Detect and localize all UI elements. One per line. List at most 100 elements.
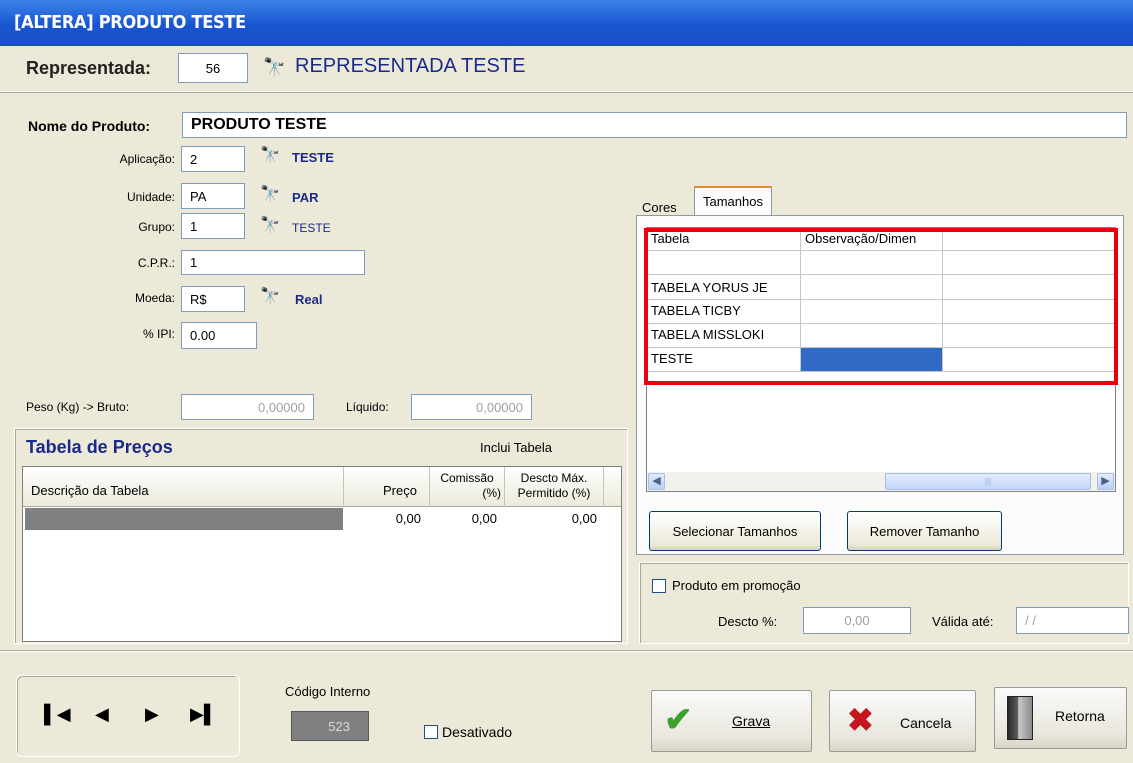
- representada-label: Representada:: [26, 58, 152, 78]
- tamanho-obs-cell[interactable]: [801, 251, 943, 275]
- tamanho-tabela-cell[interactable]: TABELA MISSLOKI: [647, 324, 801, 348]
- tabela-precos-title: Tabela de Preços: [26, 437, 173, 457]
- comissao-header-line1: Comissão: [440, 471, 494, 485]
- cancela-button[interactable]: ✖ Cancela: [829, 690, 976, 752]
- codigo-interno-label: Código Interno: [285, 684, 371, 699]
- col-descto-header[interactable]: Descto Máx. Permitido (%): [506, 471, 602, 501]
- aplicacao-search-icon[interactable]: 🔭: [260, 148, 280, 164]
- promocao-checkbox-box[interactable]: [652, 578, 666, 593]
- grava-button[interactable]: ✔ Grava: [651, 690, 812, 752]
- tamanho-obs-cell[interactable]: [801, 300, 943, 324]
- cancela-label: Cancela: [900, 715, 952, 731]
- descto-input[interactable]: 0,00: [803, 607, 911, 634]
- descricao-cell[interactable]: [25, 508, 343, 530]
- tamanho-obs-cell[interactable]: [801, 324, 943, 348]
- col-descricao-header[interactable]: Descrição da Tabela: [31, 483, 149, 498]
- tamanho-extra-cell[interactable]: [943, 275, 1115, 300]
- col-comissao-header[interactable]: Comissão (%): [431, 471, 503, 501]
- tamanho-tabela-cell[interactable]: TESTE: [647, 348, 801, 372]
- grupo-search-icon[interactable]: 🔭: [260, 218, 280, 234]
- retorna-label: Retorna: [1055, 708, 1105, 724]
- valida-input[interactable]: / /: [1016, 607, 1129, 634]
- inclui-tabela-label[interactable]: Inclui Tabela: [480, 440, 552, 455]
- tamanho-tabela-cell[interactable]: TABELA TICBY: [647, 300, 801, 324]
- comissao-cell[interactable]: 0,00: [433, 511, 497, 526]
- door-exit-icon: [1007, 696, 1033, 740]
- peso-liquido-label: Líquido:: [346, 400, 389, 414]
- tab-tamanhos[interactable]: Tamanhos: [694, 186, 772, 216]
- peso-liquido-input[interactable]: 0,00000: [411, 394, 532, 420]
- unidade-label: Unidade:: [126, 190, 175, 204]
- checkmark-icon: ✔: [664, 701, 693, 739]
- close-x-icon: ✖: [847, 702, 874, 738]
- descto-cell[interactable]: 0,00: [507, 511, 597, 526]
- tamanhos-hscrollbar[interactable]: ◀ ||| ▶: [647, 472, 1115, 491]
- promocao-checkbox[interactable]: Produto em promoção: [652, 578, 801, 593]
- retorna-button[interactable]: Retorna: [994, 687, 1127, 749]
- representada-code-input[interactable]: 56: [178, 53, 248, 83]
- col-extra-header[interactable]: [943, 228, 1115, 251]
- tamanho-tabela-cell[interactable]: [647, 251, 801, 275]
- nome-produto-input[interactable]: PRODUTO TESTE: [182, 112, 1127, 138]
- tamanho-extra-cell[interactable]: [943, 324, 1115, 348]
- grava-label: Grava: [732, 713, 771, 729]
- preco-cell[interactable]: 0,00: [345, 511, 421, 526]
- aplicacao-input[interactable]: 2: [181, 146, 245, 172]
- remover-tamanho-button[interactable]: Remover Tamanho: [847, 511, 1002, 551]
- descto-header-line2: Permitido (%): [517, 486, 591, 500]
- moeda-input[interactable]: R$: [181, 286, 245, 312]
- grupo-input[interactable]: 1: [181, 213, 245, 239]
- unidade-input[interactable]: PA: [181, 183, 245, 209]
- tamanho-extra-cell[interactable]: [943, 300, 1115, 324]
- desativado-checkbox[interactable]: Desativado: [424, 724, 512, 740]
- moeda-search-icon[interactable]: 🔭: [260, 289, 280, 305]
- scroll-thumb[interactable]: |||: [885, 473, 1091, 490]
- col-tabela-header[interactable]: Tabela: [647, 228, 801, 251]
- unidade-desc: PAR: [292, 190, 319, 205]
- nome-produto-label: Nome do Produto:: [28, 118, 151, 134]
- desativado-checkbox-label: Desativado: [442, 724, 513, 740]
- tamanho-extra-cell[interactable]: [943, 348, 1115, 372]
- unidade-search-icon[interactable]: 🔭: [260, 187, 280, 203]
- ipi-label: % IPI:: [142, 327, 175, 341]
- grupo-desc: TESTE: [292, 221, 331, 235]
- peso-bruto-input[interactable]: 0,00000: [181, 394, 314, 420]
- moeda-label: Moeda:: [134, 291, 175, 305]
- comissao-header-line2: (%): [482, 486, 501, 500]
- valida-label: Válida até:: [932, 614, 994, 629]
- moeda-desc: Real: [295, 292, 323, 307]
- first-record-icon[interactable]: ▌◀: [44, 704, 71, 725]
- col-observacao-header[interactable]: Observação/Dimen: [801, 228, 943, 251]
- col-preco-header[interactable]: Preço: [383, 483, 417, 498]
- descto-label: Descto %:: [718, 614, 778, 629]
- aplicacao-label: Aplicação:: [119, 152, 175, 166]
- tamanho-extra-cell[interactable]: [943, 251, 1115, 275]
- tamanhos-grid[interactable]: Tabela Observação/Dimen TABELA YORUS JE …: [646, 227, 1116, 492]
- promocao-checkbox-label: Produto em promoção: [672, 578, 801, 593]
- cpr-input[interactable]: 1: [181, 250, 365, 275]
- peso-bruto-label: Peso (Kg) -> Bruto:: [26, 400, 130, 414]
- descto-header-line1: Descto Máx.: [520, 471, 588, 485]
- tamanho-obs-cell[interactable]: [801, 275, 943, 300]
- scroll-left-icon[interactable]: ◀: [648, 473, 665, 490]
- precos-grid[interactable]: Descrição da Tabela Preço Comissão (%) D…: [22, 466, 622, 642]
- tamanho-tabela-cell[interactable]: TABELA YORUS JE: [647, 275, 801, 300]
- representada-name: REPRESENTADA TESTE: [295, 55, 526, 77]
- ipi-input[interactable]: 0.00: [181, 322, 257, 349]
- binoculars-icon[interactable]: 🔭: [263, 58, 285, 76]
- window-title: [ALTERA] PRODUTO TESTE: [14, 12, 246, 33]
- scroll-right-icon[interactable]: ▶: [1097, 473, 1114, 490]
- tamanho-obs-cell-selected[interactable]: [801, 348, 943, 372]
- prev-record-icon[interactable]: ◀: [95, 704, 109, 725]
- cpr-label: C.P.R.:: [137, 256, 175, 270]
- selecionar-tamanhos-button[interactable]: Selecionar Tamanhos: [649, 511, 821, 551]
- desativado-checkbox-box[interactable]: [424, 725, 438, 739]
- grupo-label: Grupo:: [138, 220, 175, 234]
- last-record-icon[interactable]: ▶▌: [190, 704, 217, 725]
- window-title-bar: [ALTERA] PRODUTO TESTE: [0, 0, 1133, 46]
- footer-separator: [0, 650, 1133, 652]
- next-record-icon[interactable]: ▶: [145, 704, 159, 725]
- codigo-interno-input: 523: [291, 711, 369, 741]
- representada-panel: [0, 46, 1133, 92]
- table-row[interactable]: 0,00 0,00 0,00: [23, 508, 621, 530]
